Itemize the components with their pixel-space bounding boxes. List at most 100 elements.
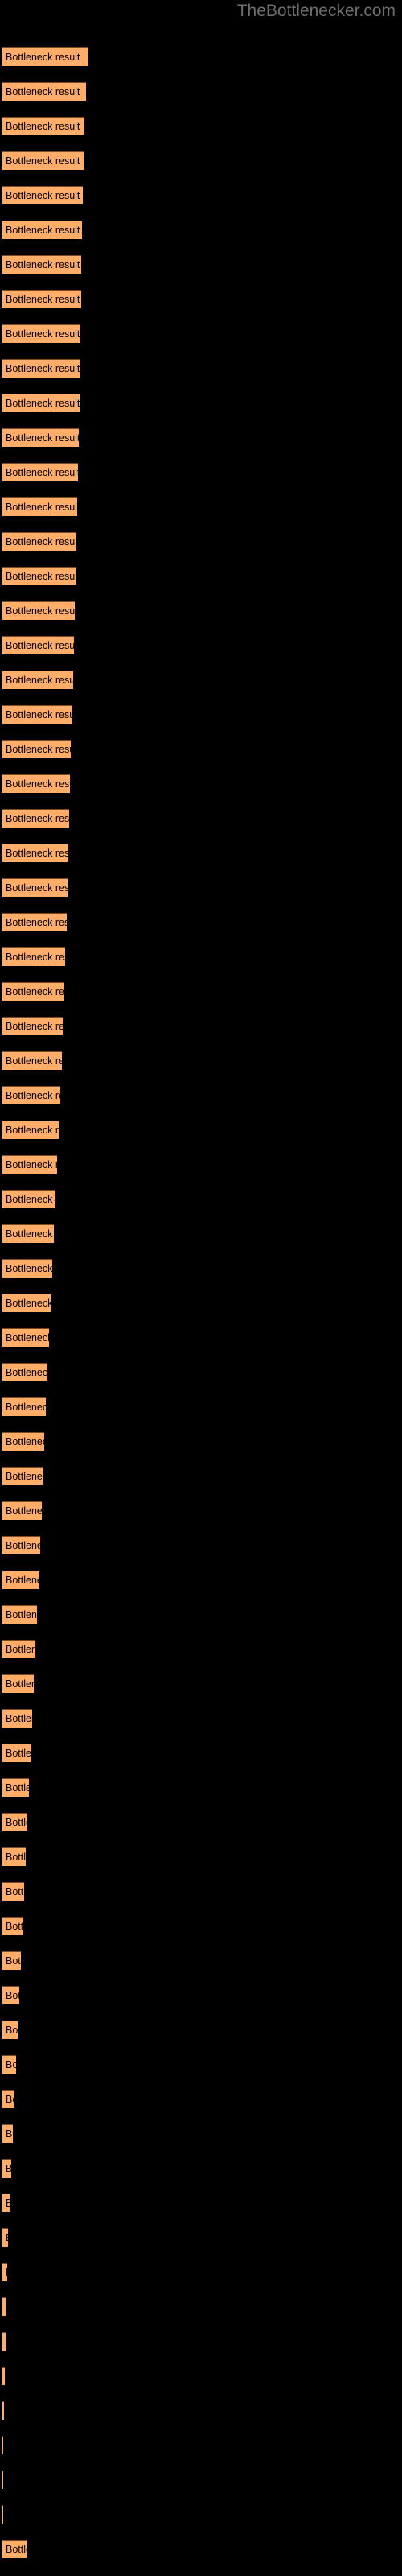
bar-18[interactable]: Bottleneck result xyxy=(2,636,74,654)
bar-69[interactable]: Bottleneck result xyxy=(2,2401,4,2420)
bar-label: Bottleneck result xyxy=(6,2194,10,2212)
bar-52[interactable]: Bottleneck result xyxy=(2,1813,27,1831)
bar-55[interactable]: Bottleneck result xyxy=(2,1917,23,1935)
bar-row: Bottleneck result xyxy=(0,290,402,308)
bar-label: Bottleneck result xyxy=(6,1921,23,1932)
bar-72[interactable]: Bottleneck result xyxy=(2,2505,3,2524)
bar-40[interactable]: Bottleneck result xyxy=(2,1397,46,1416)
bar-29[interactable]: Bottleneck result xyxy=(2,1017,63,1035)
bar-32[interactable]: Bottleneck result xyxy=(2,1121,59,1139)
bar-1[interactable]: Bottleneck result xyxy=(2,47,88,66)
bar-23[interactable]: Bottleneck result xyxy=(2,809,69,828)
bar-58[interactable]: Bottleneck result xyxy=(2,2021,18,2039)
bar-15[interactable]: Bottleneck result xyxy=(2,532,76,551)
bar-60[interactable]: Bottleneck result xyxy=(2,2090,14,2108)
bar-row: Bottleneck result xyxy=(0,913,402,931)
bar-54[interactable]: Bottleneck result xyxy=(2,1882,24,1901)
bar-59[interactable]: Bottleneck result xyxy=(2,2055,16,2074)
bar-7[interactable]: Bottleneck result xyxy=(2,255,81,274)
bar-73[interactable]: Bottleneck result xyxy=(2,2540,27,2558)
bar-row: Bottleneck result xyxy=(0,221,402,239)
bar-14[interactable]: Bottleneck result xyxy=(2,497,77,516)
bar-6[interactable]: Bottleneck result xyxy=(2,221,82,239)
bar-9[interactable]: Bottleneck result xyxy=(2,324,80,343)
bar-label: Bottleneck result xyxy=(6,813,69,824)
bar-68[interactable]: Bottleneck result xyxy=(2,2367,5,2385)
bar-20[interactable]: Bottleneck result xyxy=(2,705,72,724)
bar-label: Bottleneck result xyxy=(6,328,80,340)
bar-row: Bottleneck result xyxy=(0,324,402,343)
bar-61[interactable]: Bottleneck result xyxy=(2,2124,13,2143)
bar-10[interactable]: Bottleneck result xyxy=(2,359,80,378)
bar-4[interactable]: Bottleneck result xyxy=(2,151,84,170)
bar-12[interactable]: Bottleneck result xyxy=(2,428,79,447)
bar-17[interactable]: Bottleneck result xyxy=(2,601,75,620)
bar-43[interactable]: Bottleneck result xyxy=(2,1501,42,1520)
bar-26[interactable]: Bottleneck result xyxy=(2,913,67,931)
bar-8[interactable]: Bottleneck result xyxy=(2,290,81,308)
bar-34[interactable]: Bottleneck result xyxy=(2,1190,55,1208)
bar-row: Bottleneck result xyxy=(0,47,402,66)
bar-30[interactable]: Bottleneck result xyxy=(2,1051,62,1070)
bar-49[interactable]: Bottleneck result xyxy=(2,1709,32,1728)
bar-71[interactable]: Bottleneck result xyxy=(2,2471,3,2489)
bar-33[interactable]: Bottleneck result xyxy=(2,1155,57,1174)
bar-50[interactable]: Bottleneck result xyxy=(2,1744,31,1762)
bar-51[interactable]: Bottleneck result xyxy=(2,1778,29,1797)
bar-25[interactable]: Bottleneck result xyxy=(2,878,68,897)
bar-label: Bottleneck result xyxy=(6,1055,62,1067)
bar-row: Bottleneck result xyxy=(0,2090,402,2108)
bar-37[interactable]: Bottleneck result xyxy=(2,1294,51,1312)
bar-label: Bottleneck result xyxy=(6,1575,39,1586)
bar-36[interactable]: Bottleneck result xyxy=(2,1259,52,1278)
bar-label: Bottleneck result xyxy=(6,1644,35,1655)
bar-35[interactable]: Bottleneck result xyxy=(2,1224,54,1243)
bar-62[interactable]: Bottleneck result xyxy=(2,2159,11,2178)
bar-22[interactable]: Bottleneck result xyxy=(2,774,70,793)
bar-48[interactable]: Bottleneck result xyxy=(2,1674,34,1693)
bar-13[interactable]: Bottleneck result xyxy=(2,463,78,481)
bar-44[interactable]: Bottleneck result xyxy=(2,1536,40,1554)
bar-label: Bottleneck result xyxy=(6,86,80,97)
bar-row: Bottleneck result xyxy=(0,1951,402,1970)
bar-label: Bottleneck result xyxy=(6,1194,55,1205)
bar-70[interactable]: Bottleneck result xyxy=(2,2436,3,2454)
bar-label: Bottleneck result xyxy=(6,1782,29,1794)
bar-31[interactable]: Bottleneck result xyxy=(2,1086,60,1104)
bar-65[interactable]: Bottleneck result xyxy=(2,2263,7,2281)
bar-42[interactable]: Bottleneck result xyxy=(2,1467,43,1485)
bar-27[interactable]: Bottleneck result xyxy=(2,947,65,966)
bar-46[interactable]: Bottleneck result xyxy=(2,1605,37,1624)
bar-5[interactable]: Bottleneck result xyxy=(2,186,83,204)
bar-11[interactable]: Bottleneck result xyxy=(2,394,80,412)
bar-19[interactable]: Bottleneck result xyxy=(2,671,73,689)
bar-63[interactable]: Bottleneck result xyxy=(2,2194,10,2212)
bar-3[interactable]: Bottleneck result xyxy=(2,117,84,135)
bar-56[interactable]: Bottleneck result xyxy=(2,1951,21,1970)
bar-39[interactable]: Bottleneck result xyxy=(2,1363,47,1381)
bar-label: Bottleneck result xyxy=(6,986,64,997)
bar-2[interactable]: Bottleneck result xyxy=(2,82,86,101)
bar-row: Bottleneck result xyxy=(0,947,402,966)
bar-28[interactable]: Bottleneck result xyxy=(2,982,64,1001)
bar-row: Bottleneck result xyxy=(0,2505,402,2524)
bar-row: Bottleneck result xyxy=(0,705,402,724)
bar-label: Bottleneck result xyxy=(6,640,74,651)
bar-57[interactable]: Bottleneck result xyxy=(2,1986,19,2004)
bar-67[interactable]: Bottleneck result xyxy=(2,2332,6,2351)
bar-label: Bottleneck result xyxy=(6,952,65,963)
bar-41[interactable]: Bottleneck result xyxy=(2,1432,44,1451)
bar-row: Bottleneck result xyxy=(0,1121,402,1139)
bar-64[interactable]: Bottleneck result xyxy=(2,2228,8,2247)
bar-38[interactable]: Bottleneck result xyxy=(2,1328,49,1347)
bar-66[interactable]: Bottleneck result xyxy=(2,2297,6,2316)
bar-45[interactable]: Bottleneck result xyxy=(2,1571,39,1589)
bar-21[interactable]: Bottleneck result xyxy=(2,740,71,758)
bar-24[interactable]: Bottleneck result xyxy=(2,844,68,862)
bar-53[interactable]: Bottleneck result xyxy=(2,1847,26,1866)
bar-label: Bottleneck result xyxy=(6,1159,57,1170)
bar-row: Bottleneck result xyxy=(0,2124,402,2143)
bar-47[interactable]: Bottleneck result xyxy=(2,1640,35,1658)
bar-label: Bottleneck result xyxy=(6,675,73,686)
bar-16[interactable]: Bottleneck result xyxy=(2,567,76,585)
